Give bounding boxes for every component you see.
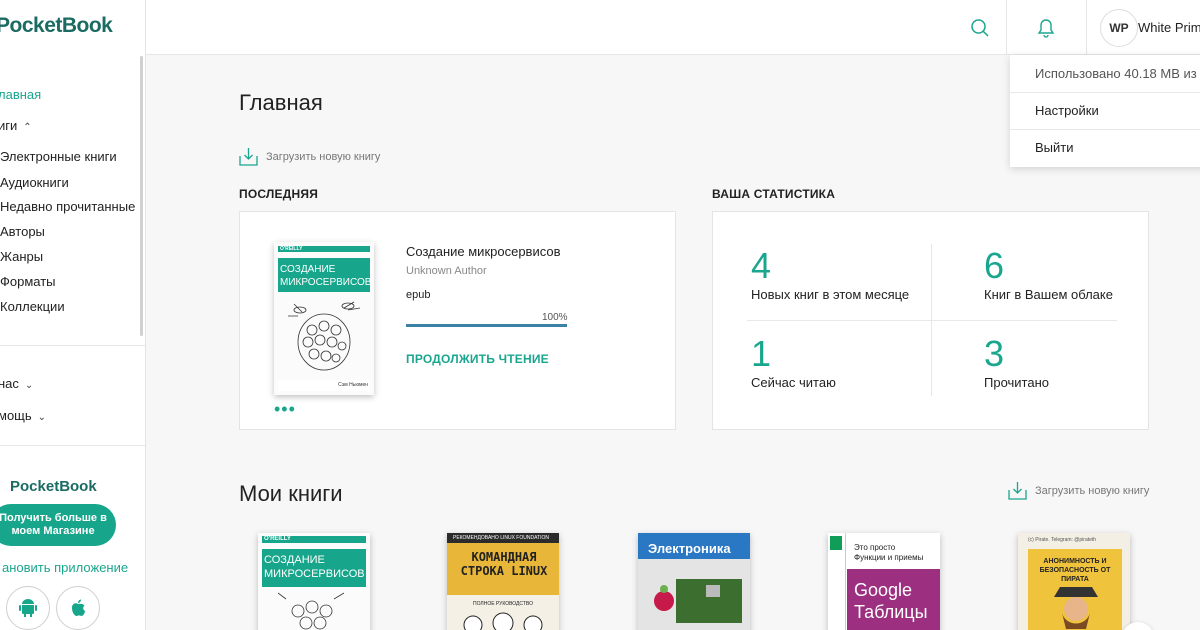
search-icon (971, 18, 989, 37)
chevron-down-icon: ⌄ (37, 412, 47, 423)
android-icon (19, 599, 37, 617)
sidebar-item-recent[interactable]: Недавно прочитанные (0, 199, 135, 214)
my-books-title: Мои книги (239, 481, 343, 506)
settings-menu-item[interactable]: Настройки (1035, 103, 1099, 118)
pirate-illustration (1054, 587, 1098, 629)
sidebar-divider (0, 345, 145, 346)
reading-progress-bar (406, 324, 567, 327)
cover-line: СОЗДАНИЕ МИКРОСЕРВИСОВ (264, 554, 365, 580)
upload-book-link[interactable]: Загрузить новую книгу (1008, 481, 1149, 500)
cover-line: КОМАНДНАЯ СТРОКА LINUX (460, 550, 548, 578)
upload-icon (239, 148, 258, 166)
book-author: Unknown Author (406, 265, 487, 277)
shelf-book[interactable]: (c) Pirate. Telegram: @pirateth АНОНИМНО… (1018, 533, 1130, 630)
shelf-book[interactable]: Электроника (638, 533, 750, 630)
menu-divider (1010, 129, 1200, 130)
pocketbook-store-logo: PocketBook (10, 478, 97, 495)
sidebar-item-genres[interactable]: Жанры (0, 249, 43, 264)
install-app-link[interactable]: ановить приложение (2, 560, 128, 575)
cover-line: ПОЛНОЕ РУКОВОДСТВО (473, 601, 533, 607)
bees-illustration (278, 592, 345, 630)
cover-line: РЕКОМЕНДОВАНО LINUX FOUNDATION (453, 535, 549, 541)
sidebar-item-label: нас (0, 376, 19, 391)
sidebar-item-audiobooks[interactable]: Аудиокниги (0, 175, 69, 190)
menu-divider (1010, 92, 1200, 93)
sidebar-item-authors[interactable]: Авторы (0, 224, 45, 239)
page-title: Главная (239, 90, 323, 115)
last-read-heading: ПОСЛЕДНЯЯ (239, 187, 319, 201)
sidebar-scrollbar[interactable] (140, 56, 143, 336)
stat-new-books-label: Новых книг в этом месяце (751, 287, 910, 302)
cover-line: (c) Pirate. Telegram: @pirateth (1028, 537, 1097, 543)
chevron-up-icon: ⌃ (23, 122, 32, 133)
sidebar-item-label: мощь (0, 408, 32, 423)
sidebar-item-books[interactable]: иги ⌃ (0, 118, 32, 133)
shelf-book[interactable]: O'REILLY СОЗДАНИЕ МИКРОСЕРВИСОВ (258, 533, 370, 630)
stats-divider-horizontal (747, 320, 1117, 321)
book-cover[interactable]: O'REILLY СОЗДАНИЕ МИКРОСЕРВИСОВ Сэм Ньюм… (274, 242, 374, 395)
storage-usage: Использовано 40.18 MB из 5 (1035, 66, 1200, 81)
sidebar-item-home[interactable]: лавная (0, 87, 41, 102)
cover-line: Электроника (648, 541, 731, 556)
progress-fill (406, 324, 567, 327)
shelf-book[interactable]: РЕКОМЕНДОВАНО LINUX FOUNDATION КОМАНДНАЯ… (447, 533, 559, 630)
sheets-logo-icon (830, 536, 842, 550)
apple-icon (72, 599, 85, 616)
stat-finished-label: Прочитано (984, 375, 1049, 390)
cover-line: Функции и приемы (854, 553, 924, 562)
continue-reading-button[interactable]: ПРОДОЛЖИТЬ ЧТЕНИЕ (406, 352, 549, 366)
cover-line: O'REILLY (264, 536, 291, 542)
more-options-icon[interactable]: ••• (274, 400, 296, 418)
cover-author: Сэм Ньюмен (338, 382, 368, 388)
logout-menu-item[interactable]: Выйти (1035, 140, 1074, 155)
upload-icon (1008, 482, 1027, 500)
search-button[interactable] (954, 0, 1006, 55)
stat-reading-value: 1 (751, 333, 772, 374)
cover-line: АНОНИМНОСТЬ И БЕЗОПАСНОСТЬ ОТ ПИРАТА (1039, 558, 1111, 583)
sidebar-item-formats[interactable]: Форматы (0, 274, 56, 289)
chevron-down-icon: ⌄ (24, 380, 34, 391)
username[interactable]: White Prim (1138, 20, 1200, 35)
shelf-book[interactable]: Это просто Функции и приемы Google Табли… (828, 533, 940, 630)
cover-line: Это просто (854, 543, 896, 552)
stat-reading-label: Сейчас читаю (751, 375, 836, 390)
sidebar-item-help[interactable]: мощь ⌄ (0, 408, 46, 423)
book-format: epub (406, 289, 431, 301)
header-divider (1086, 0, 1087, 55)
cover-publisher: O'REILLY (280, 246, 303, 252)
stat-finished-value: 3 (984, 333, 1005, 374)
avatar[interactable]: WP (1100, 9, 1138, 47)
sidebar-item-about[interactable]: нас ⌄ (0, 376, 33, 391)
pocketbook-logo[interactable]: PocketBook (0, 14, 113, 38)
raspberry-pi-illustration (654, 579, 742, 623)
upload-label: Загрузить новую книгу (266, 150, 381, 163)
store-button[interactable]: Получить больше в моем Магазине (0, 504, 116, 546)
sidebar-item-ebooks[interactable]: Электронные книги (0, 149, 117, 164)
progress-percent: 100% (542, 312, 568, 323)
cover-title: СОЗДАНИЕ МИКРОСЕРВИСОВ (280, 264, 372, 288)
stats-heading: ВАША СТАТИСТИКА (712, 187, 836, 201)
stats-card: 4 Новых книг в этом месяце 6 Книг в Ваше… (712, 211, 1149, 430)
sidebar-item-collections[interactable]: Коллекции (0, 299, 65, 314)
book-title[interactable]: Создание микросервисов (406, 244, 561, 259)
cover-line: Google Таблицы (854, 580, 928, 622)
bell-icon (1037, 18, 1055, 38)
sidebar-item-label: иги (0, 118, 18, 133)
stat-cloud-books-value: 6 (984, 245, 1005, 286)
sidebar-divider (0, 445, 145, 446)
upload-label: Загрузить новую книгу (1035, 484, 1150, 497)
android-button[interactable] (6, 586, 50, 630)
last-read-card: O'REILLY СОЗДАНИЕ МИКРОСЕРВИСОВ Сэм Ньюм… (239, 211, 676, 430)
stat-new-books-value: 4 (751, 245, 772, 286)
sidebar: PocketBook лавная иги ⌃ Электронные книги… (0, 0, 146, 630)
top-header: WP White Prim (146, 0, 1200, 55)
notifications-button[interactable] (1007, 0, 1085, 55)
apple-button[interactable] (56, 586, 100, 630)
stat-cloud-books-label: Книг в Вашем облаке (984, 287, 1113, 302)
user-menu: Использовано 40.18 MB из 5 Настройки Вый… (1010, 55, 1200, 167)
cartoon-illustration (463, 612, 543, 630)
upload-book-link[interactable]: Загрузить новую книгу (239, 147, 380, 166)
